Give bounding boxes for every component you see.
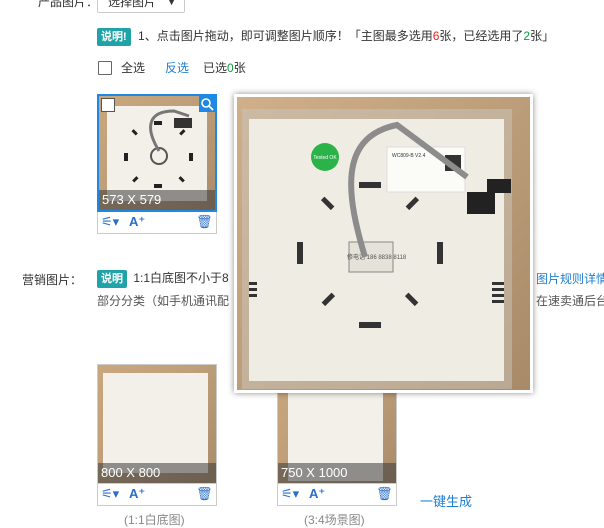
marketing-dimensions-1x1: 800 X 800	[98, 463, 216, 483]
image-preview-popup: Tested OK WC809-B V2.4 修电话 186 8838 8118	[234, 94, 533, 393]
svg-text:Tested OK: Tested OK	[313, 155, 337, 161]
marketing-badge: 说明	[97, 270, 127, 288]
svg-text:修电话 186 8838 8118: 修电话 186 8838 8118	[347, 253, 407, 261]
marketing-toolbar-1x1: ⚟▾ A⁺ 🗑	[97, 484, 217, 506]
product-images-label: 产品图片：	[38, 0, 99, 9]
select-all-checkbox[interactable]	[98, 61, 112, 75]
caption-1x1: (1:1白底图)	[124, 513, 185, 527]
tip-line: 说明! 1、点击图片拖动，即可调整图片顺序！「主图最多选用6张，已经选用了2张」	[97, 27, 555, 46]
selected-count-text: 已选0张	[203, 59, 246, 76]
select-image-label: 选择图片	[108, 0, 157, 9]
select-image-button[interactable]: 选择图片 ▼	[97, 0, 185, 13]
magic-wand-icon[interactable]: ⚟▾	[281, 486, 299, 502]
tip-text-middle: 张，已经选用了	[439, 29, 524, 43]
chevron-down-icon: ▼	[167, 0, 176, 7]
trash-icon[interactable]: 🗑	[196, 486, 213, 502]
caption-3x4: (3:4场景图)	[304, 513, 365, 527]
tip-text-before: 1、点击图片拖动，即可调整图片顺序！「主图最多选用	[138, 29, 433, 43]
selected-prefix: 已选	[203, 61, 228, 75]
thumb-checkbox[interactable]	[101, 98, 115, 112]
magic-wand-icon[interactable]: ⚟▾	[101, 214, 119, 230]
tip-text-after: 张」	[530, 29, 555, 43]
marketing-text-line2-tail: 在速卖通后台	[536, 294, 604, 308]
image-rules-link[interactable]: 图片规则详情	[536, 270, 604, 287]
selected-count: 0	[227, 61, 234, 75]
zoom-icon[interactable]	[199, 96, 215, 112]
marketing-text-line2: 部分分类（如手机通讯配	[97, 294, 230, 308]
one-click-generate-link[interactable]: 一键生成	[420, 491, 472, 510]
selected-suffix: 张	[233, 61, 246, 75]
preview-photo: Tested OK WC809-B V2.4 修电话 186 8838 8118	[237, 97, 530, 390]
marketing-toolbar-3x4: ⚟▾ A⁺ 🗑	[277, 484, 397, 506]
marketing-tip: 说明 1:1白底图不小于8	[97, 269, 229, 288]
magic-wand-icon[interactable]: ⚟▾	[101, 486, 119, 502]
thumb-dimensions: 573 X 579	[99, 190, 215, 210]
marketing-images-label: 营销图片：	[22, 273, 83, 287]
select-all-label[interactable]: 全选	[121, 59, 145, 76]
trash-icon[interactable]: 🗑	[376, 486, 393, 502]
marketing-text-line1: 1:1白底图不小于8	[133, 271, 229, 285]
ai-text-icon[interactable]: A⁺	[129, 486, 145, 502]
invert-selection-link[interactable]: 反选	[165, 59, 189, 76]
marketing-dimensions-3x4: 750 X 1000	[278, 463, 396, 483]
preview-product-illustration: Tested OK WC809-B V2.4 修电话 186 8838 8118	[237, 97, 530, 390]
tip-badge: 说明!	[97, 28, 131, 46]
marketing-thumbnail-1x1[interactable]: 800 X 800	[97, 364, 217, 484]
thumb-toolbar: ⚟▾ A⁺ 🗑	[97, 212, 217, 234]
svg-text:WC809-B V2.4: WC809-B V2.4	[392, 153, 426, 159]
ai-text-icon[interactable]: A⁺	[309, 486, 325, 502]
trash-icon[interactable]: 🗑	[196, 214, 213, 230]
product-thumbnail[interactable]: 573 X 579	[97, 94, 217, 212]
ai-text-icon[interactable]: A⁺	[129, 214, 145, 230]
